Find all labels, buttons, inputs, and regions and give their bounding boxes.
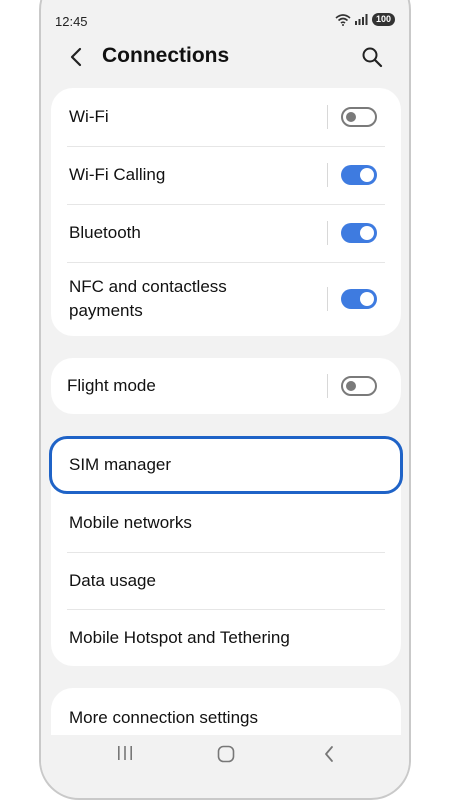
status-icons: 100	[335, 13, 395, 26]
separator	[327, 287, 328, 311]
wifi-toggle[interactable]	[341, 107, 377, 127]
wifi-label: Wi-Fi	[69, 107, 109, 126]
app-header: Connections	[41, 38, 409, 78]
mobile-networks-row[interactable]: Mobile networks	[51, 494, 401, 552]
bluetooth-row[interactable]: Bluetooth	[51, 204, 401, 262]
connections-card: Wi-Fi Wi-Fi Calling Bluetooth NFC and co…	[51, 88, 401, 336]
nfc-toggle[interactable]	[341, 289, 377, 309]
separator	[327, 374, 328, 398]
bluetooth-toggle[interactable]	[341, 223, 377, 243]
separator	[327, 163, 328, 187]
search-icon[interactable]	[361, 46, 383, 68]
wifi-icon	[335, 13, 351, 26]
sim-manager-row[interactable]: SIM manager	[51, 436, 401, 494]
sim-manager-label: SIM manager	[69, 455, 172, 474]
phone-frame: 12:45 100 Connections Wi-Fi Wi-Fi Callin…	[39, 0, 411, 800]
screen: 12:45 100 Connections Wi-Fi Wi-Fi Callin…	[41, 2, 409, 798]
more-connection-settings-label: More connection settings	[69, 708, 258, 727]
hotspot-label: Mobile Hotspot and Tethering	[69, 628, 290, 647]
flight-mode-toggle[interactable]	[341, 376, 377, 396]
wifi-calling-row[interactable]: Wi-Fi Calling	[51, 146, 401, 204]
flight-mode-label: Flight mode	[67, 376, 156, 395]
wifi-calling-toggle[interactable]	[341, 165, 377, 185]
separator	[327, 105, 328, 129]
data-usage-row[interactable]: Data usage	[51, 552, 401, 609]
bluetooth-label: Bluetooth	[69, 223, 141, 242]
home-icon[interactable]	[217, 745, 235, 763]
hotspot-row[interactable]: Mobile Hotspot and Tethering	[51, 609, 401, 666]
status-time: 12:45	[55, 14, 88, 29]
navigation-bar	[41, 735, 409, 775]
battery-icon: 100	[371, 13, 395, 26]
back-nav-icon[interactable]	[323, 745, 335, 763]
recent-apps-icon[interactable]	[116, 745, 134, 761]
back-icon[interactable]	[67, 46, 87, 68]
wifi-calling-label: Wi-Fi Calling	[69, 165, 166, 184]
nfc-label: NFC and contactless payments	[69, 277, 227, 320]
wifi-row[interactable]: Wi-Fi	[51, 88, 401, 146]
network-card: SIM manager Mobile networks Data usage M…	[51, 436, 401, 666]
data-usage-label: Data usage	[69, 571, 156, 590]
separator	[327, 221, 328, 245]
signal-icon	[354, 14, 368, 25]
flight-mode-card: Flight mode	[51, 358, 401, 414]
flight-mode-row[interactable]: Flight mode	[51, 358, 401, 414]
mobile-networks-label: Mobile networks	[69, 513, 192, 532]
status-bar: 12:45 100	[41, 2, 409, 32]
page-title: Connections	[102, 44, 230, 67]
nfc-row[interactable]: NFC and contactless payments	[51, 262, 401, 336]
